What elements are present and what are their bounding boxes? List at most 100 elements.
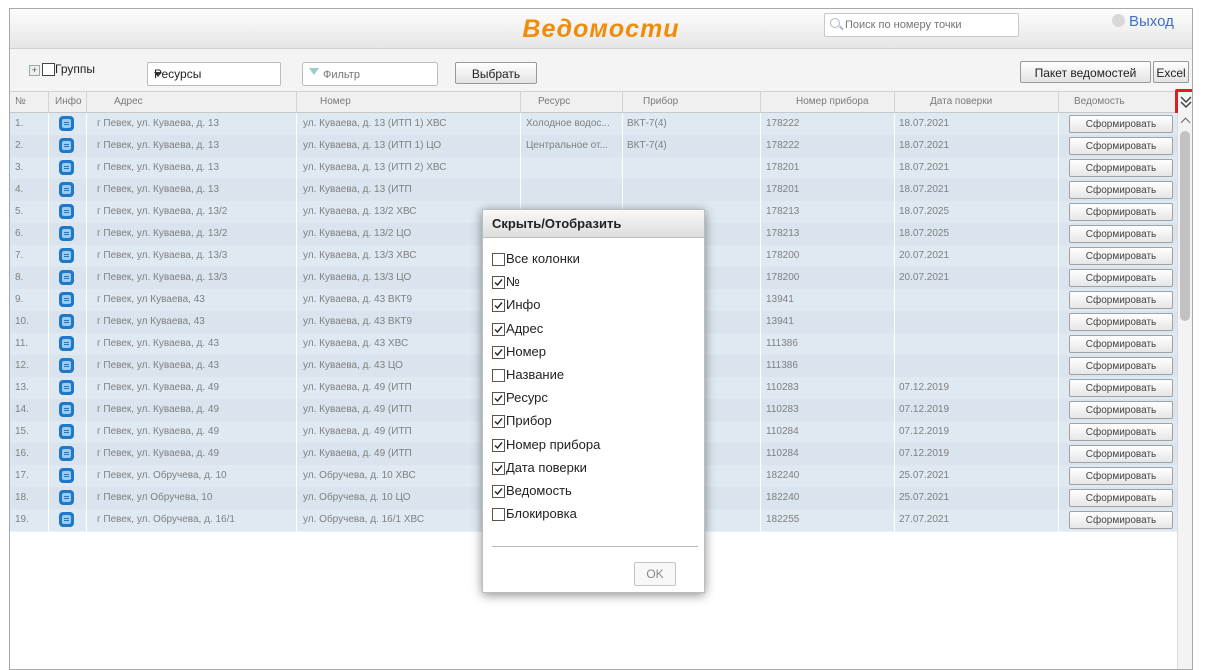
generate-statement-button[interactable]: Сформировать [1069, 335, 1173, 353]
row-address: г Певек, ул Куваева, 43 [97, 294, 205, 305]
statement-package-button[interactable]: Пакет ведомостей [1020, 61, 1151, 83]
info-icon[interactable] [59, 182, 74, 197]
table-row[interactable]: 1. г Певек, ул. Куваева, д. 13 ул. Куваева… [10, 113, 1177, 136]
table-row[interactable]: 3. г Певек, ул. Куваева, д. 13 ул. Куваева… [10, 157, 1177, 180]
generate-statement-button[interactable]: Сформировать [1069, 401, 1173, 419]
generate-statement-button[interactable]: Сформировать [1069, 445, 1173, 463]
info-icon[interactable] [59, 446, 74, 461]
generate-statement-button[interactable]: Сформировать [1069, 203, 1173, 221]
point-search[interactable] [824, 13, 1019, 37]
row-address: г Певек, ул. Куваева, д. 49 [97, 448, 220, 459]
double-chevron-down-icon [1180, 96, 1192, 109]
generate-statement-button[interactable]: Сформировать [1069, 115, 1173, 133]
groups-checkbox[interactable] [42, 63, 55, 76]
info-icon[interactable] [59, 138, 74, 153]
scrollbar-thumb[interactable] [1180, 131, 1190, 321]
generate-statement-button[interactable]: Сформировать [1069, 357, 1173, 375]
app-window: Ведомости Выход + Группы Ресурсы Выбрать… [9, 8, 1193, 670]
checkmark-icon [494, 441, 503, 449]
vertical-scrollbar[interactable] [1177, 113, 1192, 669]
row-number: 9. [15, 294, 24, 305]
checkbox-checked[interactable] [492, 461, 505, 475]
table-header: № Инфо Адрес Номер Ресурс Прибор Номер п… [10, 92, 1192, 113]
column-option-label: Все колонки [506, 251, 580, 266]
generate-statement-button[interactable]: Сформировать [1069, 489, 1173, 507]
row-verification-date: 07.12.2019 [899, 426, 950, 437]
col-header-device-number[interactable]: Номер прибора [796, 96, 869, 107]
checkbox-unchecked[interactable] [492, 369, 505, 382]
select-button[interactable]: Выбрать [455, 62, 537, 84]
generate-statement-button[interactable]: Сформировать [1069, 467, 1173, 485]
info-icon[interactable] [59, 314, 74, 329]
info-icon[interactable] [59, 160, 74, 175]
expand-groups-icon[interactable]: + [29, 65, 40, 76]
generate-statement-button[interactable]: Сформировать [1069, 313, 1173, 331]
checkbox-checked[interactable] [492, 345, 505, 359]
ok-button[interactable]: OK [634, 562, 676, 586]
checkbox-checked[interactable] [492, 438, 505, 452]
resource-select[interactable]: Ресурсы [147, 62, 281, 86]
logout-link[interactable]: Выход [1112, 13, 1174, 30]
row-device-number: 111386 [766, 338, 798, 349]
row-device-number: 110283 [766, 382, 799, 393]
checkbox-checked[interactable] [492, 485, 505, 498]
col-header-info[interactable]: Инфо [55, 96, 82, 107]
generate-statement-button[interactable]: Сформировать [1069, 137, 1173, 155]
generate-statement-button[interactable]: Сформировать [1069, 291, 1173, 309]
row-device-number: 178200 [766, 250, 800, 261]
checkbox-checked[interactable] [492, 299, 505, 313]
generate-statement-button[interactable]: Сформировать [1069, 379, 1173, 397]
col-header-verification-date[interactable]: Дата поверки [930, 96, 992, 107]
col-header-device[interactable]: Прибор [643, 96, 678, 107]
scroll-up-icon[interactable] [1180, 117, 1191, 128]
row-number: 12. [15, 360, 29, 371]
info-icon[interactable] [59, 490, 74, 505]
generate-statement-button[interactable]: Сформировать [1069, 511, 1173, 529]
row-number: 19. [15, 514, 29, 525]
checkbox-checked[interactable] [492, 392, 505, 406]
generate-statement-button[interactable]: Сформировать [1069, 269, 1173, 287]
checkbox-checked[interactable] [492, 322, 505, 336]
filter-field[interactable] [302, 62, 438, 86]
table-row[interactable]: 2. г Певек, ул. Куваева, д. 13 ул. Куваева… [10, 135, 1177, 158]
info-icon[interactable] [59, 270, 74, 285]
col-header-statement[interactable]: Ведомость [1074, 96, 1125, 107]
excel-export-button[interactable]: Excel [1153, 61, 1189, 83]
info-icon[interactable] [59, 336, 74, 351]
search-input[interactable] [843, 16, 1017, 34]
row-verification-date: 27.07.2021 [899, 514, 950, 525]
generate-statement-button[interactable]: Сформировать [1069, 159, 1173, 177]
info-icon[interactable] [59, 116, 74, 131]
info-icon[interactable] [59, 248, 74, 263]
info-icon[interactable] [59, 468, 74, 483]
checkbox-unchecked[interactable] [492, 508, 505, 522]
info-icon[interactable] [59, 204, 74, 219]
row-number: 7. [15, 250, 24, 261]
row-address: г Певек, ул. Обручева, д. 10 [97, 470, 227, 481]
filter-input[interactable] [321, 66, 435, 83]
generate-statement-button[interactable]: Сформировать [1069, 225, 1173, 243]
col-header-point-number[interactable]: Номер [320, 96, 351, 107]
generate-statement-button[interactable]: Сформировать [1069, 423, 1173, 441]
checkbox-unchecked[interactable] [492, 253, 505, 266]
info-icon[interactable] [59, 380, 74, 395]
checkbox-checked[interactable] [492, 415, 505, 429]
checkbox-checked[interactable] [492, 276, 505, 290]
col-header-resource[interactable]: Ресурс [538, 96, 570, 107]
info-icon[interactable] [59, 512, 74, 527]
info-icon[interactable] [59, 358, 74, 373]
info-icon[interactable] [59, 226, 74, 241]
row-number: 13. [15, 382, 29, 393]
col-header-number[interactable]: № [15, 96, 26, 107]
info-icon[interactable] [59, 292, 74, 307]
row-address: г Певек, ул. Куваева, д. 13/2 [97, 206, 228, 217]
generate-statement-button[interactable]: Сформировать [1069, 181, 1173, 199]
info-icon[interactable] [59, 424, 74, 439]
col-header-address[interactable]: Адрес [114, 96, 143, 107]
row-address: г Певек, ул. Куваева, д. 13 [97, 140, 220, 151]
table-row[interactable]: 4. г Певек, ул. Куваева, д. 13 ул. Куваева… [10, 179, 1177, 202]
generate-statement-button[interactable]: Сформировать [1069, 247, 1173, 265]
info-icon[interactable] [59, 402, 74, 417]
row-device-number: 182240 [766, 492, 800, 503]
row-number: 10. [15, 316, 29, 327]
